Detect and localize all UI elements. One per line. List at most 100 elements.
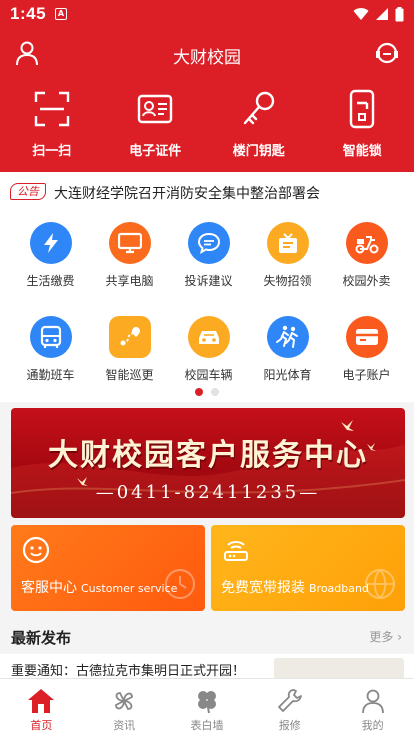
service-label: 阳光体育 [263,368,312,382]
key-icon [243,91,274,125]
broadband-label: 免费宽带报装 Broadband [221,577,369,597]
grid-pager [0,388,414,396]
service-label: 投诉建议 [184,274,233,288]
service-label: 通勤班车 [26,368,75,382]
service-campus-vehicle[interactable]: 校园车辆 [169,316,248,396]
service-e-account[interactable]: 电子账户 [327,316,406,396]
quick-actions: 扫一扫 电子证件 楼门钥匙 智能锁 [0,88,414,160]
customer-service-icon[interactable] [374,40,400,66]
service-lost-found[interactable]: 失物招领 [248,222,327,302]
quick-action-label: 扫一扫 [32,144,72,159]
service-icon-circle [345,222,388,264]
news-section-header: 最新发布 更多 › [0,618,414,654]
tab-home[interactable]: 首页 [0,679,83,736]
service-icon-circle [187,222,230,264]
scan-icon [34,91,69,127]
news-item-title: 重要通知：古德拉克市集明日正式开园！ [11,664,246,679]
quick-action-id-card[interactable]: 电子证件 [104,88,208,160]
news-more-link[interactable]: 更多 › [369,628,402,645]
service-shared-computer[interactable]: 共享电脑 [90,222,169,302]
car-icon [198,331,219,344]
service-icon-circle [345,316,388,358]
service-icon-circle [187,316,230,358]
status-bar: 1:45 A [0,0,414,28]
service-icon-circle [266,222,309,264]
tab-label: 资讯 [113,719,136,732]
tab-news[interactable]: 资讯 [83,679,166,736]
lost-found-icon [278,233,297,253]
notification-icon: A [55,8,67,20]
tab-repair[interactable]: 报修 [248,679,331,736]
tab-label: 首页 [30,719,53,732]
battery-icon [395,6,404,21]
banner-phone: —0411-82411235— [95,482,321,503]
app-screen: 1:45 A 大财校园 扫一扫 电子证件 楼门钥匙 智能锁 公告 大连财经学院召… [0,0,414,736]
tab-confession-wall[interactable]: 表白墙 [166,679,249,736]
tab-label: 表白墙 [190,719,224,732]
tab-me[interactable]: 我的 [331,679,414,736]
announcement-bar[interactable]: 公告 大连财经学院召开消防安全集中整治部署会 [0,172,414,212]
service-icon-circle [29,316,72,358]
smart-lock-icon [350,89,375,129]
wifi-icon [353,8,369,20]
quick-action-label: 电子证件 [129,144,182,159]
service-label: 校园外卖 [342,274,391,288]
service-sunshine-sports[interactable]: 阳光体育 [248,316,327,396]
pager-dot-active[interactable] [195,388,203,396]
bottom-tab-bar: 首页 资讯 表白墙 报修 我的 [0,678,414,736]
smile-chat-icon [22,536,50,564]
banner-title: 大财校园客户服务中心 [48,438,368,473]
customer-service-label: 客服中心 Customer service [21,577,177,597]
service-shuttle-bus[interactable]: 通勤班车 [11,316,90,396]
news-section-title: 最新发布 [11,629,72,647]
service-row: 生活缴费 共享电脑 投诉建议 失物招领 校园外卖 [0,222,414,302]
id-card-icon [138,94,173,124]
quick-action-label: 楼门钥匙 [232,144,285,159]
service-complaint[interactable]: 投诉建议 [169,222,248,302]
status-time: 1:45 [10,4,47,23]
service-label: 生活缴费 [26,274,75,288]
tab-label: 报修 [278,719,301,732]
wrench-icon [277,689,302,712]
service-icon-circle [266,316,309,358]
wallet-card-icon [355,329,378,345]
pager-dot[interactable] [211,388,219,396]
status-indicators [353,6,404,22]
quick-action-smart-lock[interactable]: 智能锁 [311,88,414,160]
quick-action-label: 智能锁 [342,144,382,159]
pinwheel-icon [115,692,134,710]
tab-label: 我的 [361,719,384,732]
page-title: 大财校园 [173,48,241,68]
header: 1:45 A 大财校园 扫一扫 电子证件 楼门钥匙 智能锁 [0,0,414,172]
card-title: 客服中心 [21,580,77,596]
broadband-card[interactable]: 免费宽带报装 Broadband [211,525,405,611]
service-center-banner[interactable]: 大财校园客户服务中心 —0411-82411235— [11,408,405,518]
quick-action-door-key[interactable]: 楼门钥匙 [207,88,311,160]
card-subtitle: Broadband [309,582,369,595]
clover-icon [197,691,216,714]
profile-icon [361,689,384,714]
signal-icon [376,8,388,20]
chat-icon [197,232,220,254]
service-food-delivery[interactable]: 校园外卖 [327,222,406,302]
lightning-icon [43,233,58,253]
service-icon-circle [29,222,72,264]
scooter-icon [355,236,378,254]
service-grid: 生活缴费 共享电脑 投诉建议 失物招领 校园外卖 通勤班车 智能巡更 校园车辆 … [0,212,414,402]
announcement-tag: 公告 [10,183,46,200]
service-smart-patrol[interactable]: 智能巡更 [90,316,169,396]
service-icon-circle [108,316,151,358]
runner-icon [275,325,298,348]
service-label: 失物招领 [263,274,312,288]
service-utility-payment[interactable]: 生活缴费 [11,222,90,302]
title-bar: 大财校园 [0,34,414,74]
monitor-icon [117,232,142,254]
card-title: 免费宽带报装 [221,580,305,596]
clock-decoration-icon [165,569,195,599]
customer-service-card[interactable]: 客服中心 Customer service [11,525,205,611]
service-label: 电子账户 [342,368,391,382]
route-icon [120,327,140,346]
quick-action-scan[interactable]: 扫一扫 [0,88,104,160]
home-icon [28,689,55,713]
service-row: 通勤班车 智能巡更 校园车辆 阳光体育 电子账户 [0,316,414,396]
